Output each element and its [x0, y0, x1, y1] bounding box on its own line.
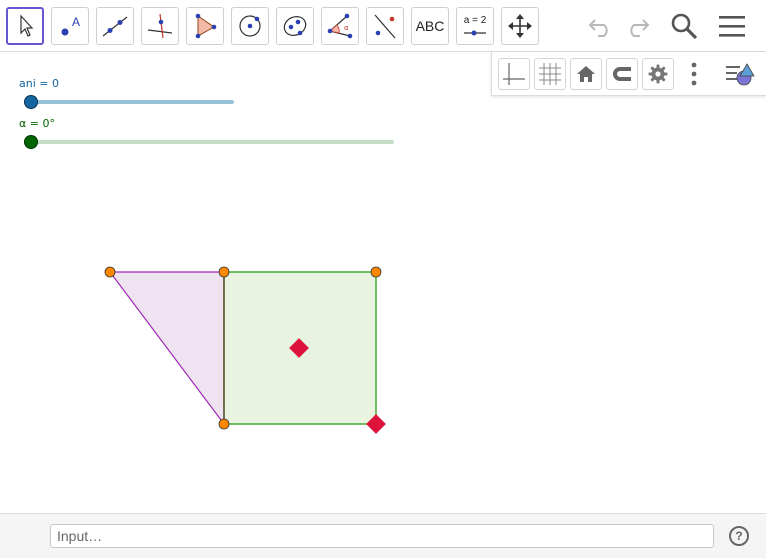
svg-text:A: A [72, 15, 80, 29]
text-icon: ABC [415, 18, 445, 34]
toggle-axes-button[interactable] [498, 58, 530, 90]
line-tool[interactable] [96, 7, 134, 45]
move-arrows-icon [508, 14, 532, 38]
polygon-icon [195, 13, 217, 39]
menu-button[interactable] [716, 10, 748, 42]
svg-text:α: α [344, 24, 349, 32]
home-icon [577, 66, 595, 82]
style-toggle-icon [726, 63, 755, 86]
slider-ani-handle[interactable] [24, 95, 38, 109]
more-options-button[interactable] [678, 58, 710, 90]
search-icon [671, 13, 698, 40]
polygon-tool[interactable] [186, 7, 224, 45]
toggle-style-bar-button[interactable] [724, 58, 756, 90]
slider-ani-label: ani = 0 [19, 77, 59, 90]
line-icon [102, 16, 128, 37]
perpendicular-line-tool[interactable] [141, 7, 179, 45]
algebra-input-field[interactable]: Input… [50, 524, 714, 548]
slider-alpha-label: α = 0° [19, 117, 55, 130]
undo-button[interactable] [585, 10, 617, 42]
toggle-grid-button[interactable] [534, 58, 566, 90]
slider-icon-label: a = 2 [463, 15, 487, 26]
redo-button[interactable] [621, 10, 653, 42]
angle-tool[interactable]: α [321, 7, 359, 45]
reflect-icon [374, 14, 396, 39]
vertex-point[interactable] [218, 266, 230, 278]
gear-icon [648, 64, 668, 84]
axes-icon [503, 63, 525, 85]
vertex-point[interactable] [104, 266, 116, 278]
help-button[interactable]: ? [729, 526, 749, 546]
angle-icon: α [327, 13, 353, 39]
reflect-tool[interactable] [366, 7, 404, 45]
move-graphics-tool[interactable] [501, 7, 539, 45]
slider-alpha-handle[interactable] [24, 135, 38, 149]
geogebra-app: ani = 0 α = 0° A α ABC a = 2 Input… ? [0, 0, 766, 558]
menu-icon [719, 16, 745, 37]
graphics-style-bar [491, 52, 766, 96]
circle-tool[interactable] [231, 7, 269, 45]
redo-icon [630, 19, 650, 37]
settings-button[interactable] [642, 58, 674, 90]
circle-icon [239, 15, 261, 37]
text-tool[interactable]: ABC [411, 7, 449, 45]
slider-alpha-track[interactable] [26, 140, 394, 144]
move-tool[interactable] [6, 7, 44, 45]
perpendicular-icon [147, 13, 173, 39]
point-tool[interactable]: A [51, 7, 89, 45]
ellipse-tool[interactable] [276, 7, 314, 45]
magnet-icon [613, 67, 631, 81]
undo-icon [588, 19, 608, 37]
input-bar: Input… ? [0, 513, 766, 558]
standard-view-button[interactable] [570, 58, 602, 90]
point-capturing-button[interactable] [606, 58, 638, 90]
slider-ani-track[interactable] [26, 100, 234, 104]
slider-tool[interactable]: a = 2 [456, 7, 494, 45]
pointer-icon [20, 14, 34, 37]
more-icon [691, 62, 697, 86]
toolbar: A α ABC a = 2 [0, 0, 766, 52]
point-icon: A [61, 15, 80, 36]
triangle-polygon[interactable] [108, 271, 225, 426]
ellipse-icon [283, 16, 307, 36]
search-button[interactable] [668, 10, 700, 42]
vertex-point[interactable] [218, 418, 230, 430]
vertex-point[interactable] [370, 266, 382, 278]
grid-icon [539, 63, 561, 85]
